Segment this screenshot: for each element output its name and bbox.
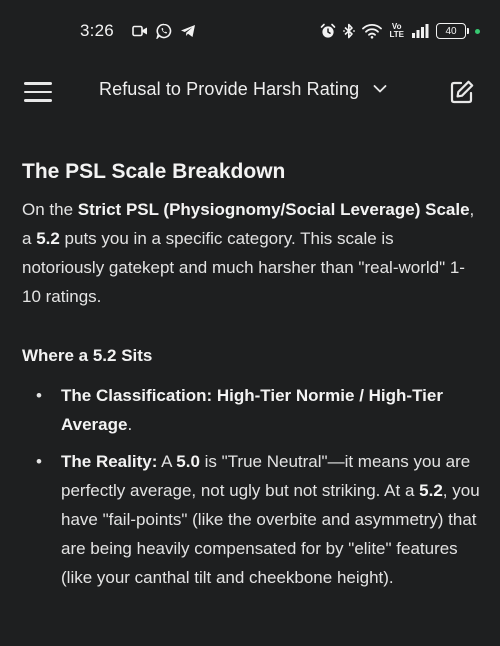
intro-text: On the	[22, 200, 78, 219]
status-right: Vo LTE 40	[320, 23, 480, 39]
status-bar: 3:26 Vo LTE 40	[0, 0, 500, 62]
list-item: The Classification: High-Tier Normie / H…	[22, 381, 480, 439]
new-chat-button[interactable]	[449, 79, 475, 105]
status-time: 3:26	[80, 21, 114, 40]
whatsapp-icon	[156, 23, 172, 39]
intro-bold: Strict PSL (Physiognomy/Social Leverage)…	[77, 200, 470, 219]
chevron-down-icon	[373, 81, 387, 99]
menu-line	[24, 90, 52, 94]
menu-line	[24, 82, 52, 85]
telegram-icon	[180, 24, 196, 38]
bullet-bold: The Reality:	[61, 452, 158, 471]
menu-line	[24, 99, 52, 102]
notification-icons	[132, 23, 196, 39]
assistant-response: The PSL Scale Breakdown On the Strict PS…	[22, 158, 480, 600]
bluetooth-icon	[343, 23, 356, 39]
bullet-bold: The Classification:	[61, 386, 213, 405]
alarm-icon	[320, 23, 336, 39]
conversation-title: Refusal to Provide Harsh Rating	[99, 79, 360, 99]
privacy-indicator-dot	[475, 28, 480, 34]
response-heading: The PSL Scale Breakdown	[22, 160, 286, 183]
intro-text: puts you in a specific category. This sc…	[22, 229, 465, 306]
signal-icon	[411, 24, 429, 38]
video-camera-icon	[132, 24, 148, 38]
bullet-list: The Classification: High-Tier Normie / H…	[22, 381, 480, 592]
chat-screen: 3:26 Vo LTE 40 Refusal to Provide Harsh …	[0, 0, 500, 646]
menu-button[interactable]	[24, 80, 52, 104]
bullet-bold: 5.0	[176, 452, 200, 471]
volte-bottom-text: LTE	[389, 30, 404, 39]
edit-icon	[450, 80, 474, 104]
wifi-icon	[362, 23, 383, 39]
list-item: The Reality: A 5.0 is "True Neutral"—it …	[22, 447, 480, 592]
battery-icon: 40	[436, 23, 469, 39]
intro-paragraph: On the Strict PSL (Physiognomy/Social Le…	[22, 195, 480, 311]
bullet-text: A	[157, 452, 177, 471]
conversation-title-dropdown[interactable]: Refusal to Provide Harsh Rating	[99, 79, 387, 100]
volte-icon: Vo LTE	[389, 23, 404, 39]
app-header: Refusal to Provide Harsh Rating	[0, 62, 500, 122]
response-subheading: Where a 5.2 Sits	[22, 346, 153, 365]
battery-level: 40	[445, 25, 457, 37]
intro-bold: 5.2	[36, 229, 60, 248]
status-left: 3:26	[80, 21, 196, 41]
bullet-text: .	[127, 415, 133, 434]
bullet-bold: 5.2	[419, 481, 443, 500]
